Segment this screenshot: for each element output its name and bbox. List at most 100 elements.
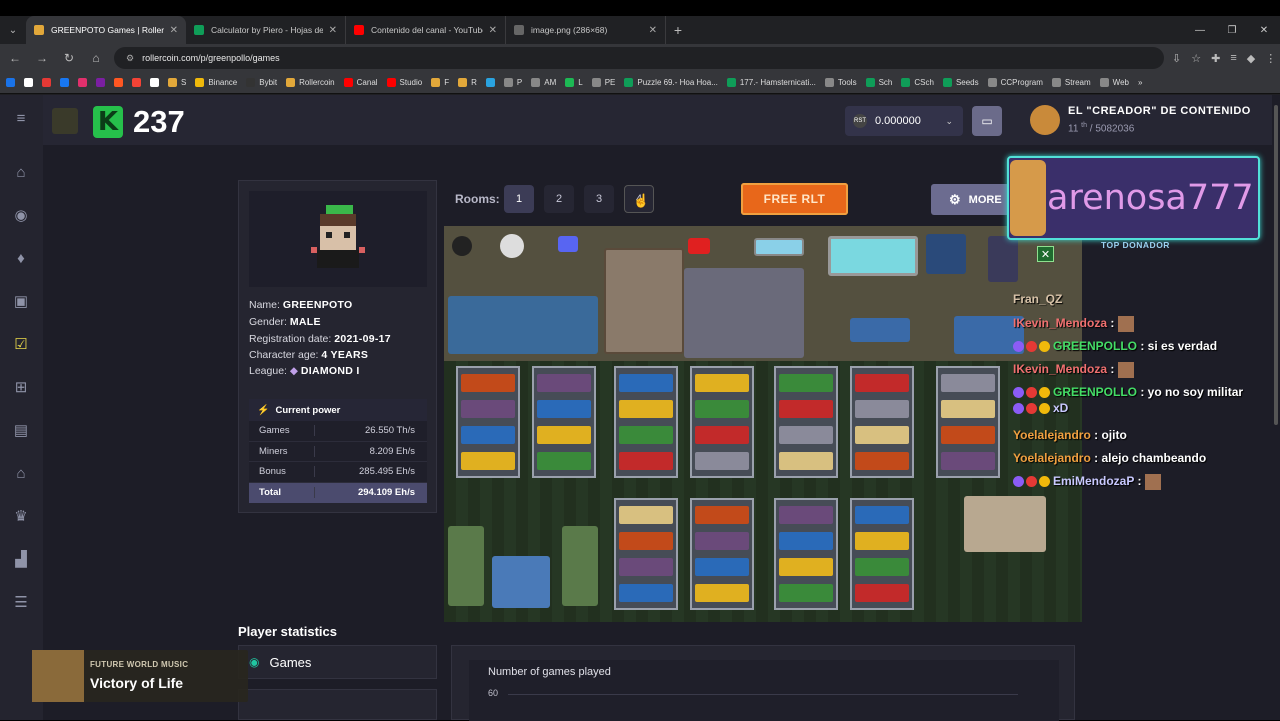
miner-slot[interactable] — [941, 452, 995, 470]
miner-slot[interactable] — [855, 426, 909, 444]
factory-nav-icon[interactable]: ▟ — [11, 550, 31, 568]
bookmark-item[interactable]: S — [168, 78, 186, 87]
bookmark-star-icon[interactable]: ☆ — [1191, 52, 1201, 65]
miner-rack[interactable] — [774, 366, 838, 478]
bookmark-item[interactable]: Canal — [343, 78, 378, 87]
miner-slot[interactable] — [855, 558, 909, 576]
miner-slot[interactable] — [619, 532, 673, 550]
menu-icon[interactable]: ⋮ — [1265, 52, 1276, 65]
miner-slot[interactable] — [695, 426, 749, 444]
coffee-table[interactable] — [964, 496, 1046, 552]
home-nav-icon[interactable]: ⌂ — [11, 163, 31, 181]
browser-tab-image[interactable]: image.png (286×68) ✕ — [506, 16, 666, 44]
miner-slot[interactable] — [695, 506, 749, 524]
miner-slot[interactable] — [695, 558, 749, 576]
browser-tab-rollercoin[interactable]: GREENPOTO Games | Rollercoin ✕ — [26, 16, 186, 44]
miner-rack[interactable] — [690, 498, 754, 610]
miner-slot[interactable] — [695, 452, 749, 470]
home-icon[interactable]: ⌂ — [84, 46, 108, 70]
room-nav-icon[interactable]: ⌂ — [11, 464, 31, 482]
bookmark-item[interactable] — [485, 78, 495, 87]
miner-slot[interactable] — [619, 558, 673, 576]
miner-slot[interactable] — [855, 506, 909, 524]
forward-icon[interactable]: → — [30, 46, 54, 70]
trophy-nav-icon[interactable]: ♛ — [11, 507, 31, 525]
tab-close-icon[interactable]: ✕ — [649, 25, 657, 36]
miner-rack[interactable] — [690, 366, 754, 478]
bookmark-item[interactable]: CSch — [901, 78, 934, 87]
wallet-button[interactable]: ▭ — [972, 106, 1002, 136]
miner-slot[interactable] — [619, 374, 673, 392]
page-scrollbar[interactable] — [1272, 95, 1280, 720]
news-nav-icon[interactable]: ☰ — [11, 593, 31, 611]
bookmark-item[interactable]: L — [565, 78, 583, 87]
balance-dropdown[interactable]: RST 0.000000 ⌄ — [845, 106, 963, 136]
miner-slot[interactable] — [695, 532, 749, 550]
tab-close-icon[interactable]: ✕ — [489, 25, 497, 36]
miner-rack[interactable] — [850, 498, 914, 610]
miner-slot[interactable] — [619, 426, 673, 444]
miner-slot[interactable] — [855, 532, 909, 550]
user-avatar-small[interactable] — [52, 108, 78, 134]
scrollbar-thumb[interactable] — [1274, 105, 1278, 425]
miner-slot[interactable] — [695, 584, 749, 602]
miner-slot[interactable] — [779, 426, 833, 444]
miner-rack[interactable] — [774, 498, 838, 610]
bookmark-item[interactable]: Bybit — [246, 78, 277, 87]
miner-rack[interactable] — [850, 366, 914, 478]
games-stats-tab[interactable]: ◉ Games — [238, 645, 437, 679]
bookmark-item[interactable]: AM — [531, 78, 556, 87]
media-icon[interactable]: ≡ — [1230, 52, 1236, 65]
bookmark-item[interactable]: F — [431, 78, 449, 87]
miner-slot[interactable] — [779, 374, 833, 392]
more-button[interactable]: ⚙ MORE — [931, 184, 1011, 215]
room-button-3[interactable]: 3 — [584, 185, 614, 213]
bookmark-item[interactable]: Tools — [824, 78, 857, 87]
bookmark-item[interactable] — [78, 78, 87, 87]
url-field[interactable]: ⚙ rollercoin.com/p/greenpollo/games — [114, 47, 1164, 69]
browser-tab-youtube[interactable]: Contenido del canal - YouTube ✕ — [346, 16, 506, 44]
extensions-icon[interactable]: ✚ — [1211, 52, 1220, 65]
free-rlt-button[interactable]: FREE RLT — [741, 183, 848, 215]
miner-slot[interactable] — [537, 374, 591, 392]
close-window-icon[interactable]: ✕ — [1248, 16, 1280, 44]
miner-rack[interactable] — [936, 366, 1000, 478]
bookmark-item[interactable] — [96, 78, 105, 87]
miner-slot[interactable] — [461, 400, 515, 418]
bookmark-item[interactable] — [132, 78, 141, 87]
bookmark-item[interactable]: P — [503, 78, 522, 87]
bookmark-item[interactable] — [114, 78, 123, 87]
miner-slot[interactable] — [941, 374, 995, 392]
miner-slot[interactable] — [941, 426, 995, 444]
hamburger-menu-icon[interactable]: ≡ — [11, 109, 31, 127]
maximize-icon[interactable]: ❐ — [1216, 16, 1248, 44]
miner-slot[interactable] — [461, 374, 515, 392]
cart-nav-icon[interactable]: ⊞ — [11, 378, 31, 396]
bookmark-item[interactable]: Seeds — [942, 78, 979, 87]
bookmark-item[interactable] — [6, 78, 15, 87]
armchair-right[interactable] — [562, 526, 598, 606]
bookmark-item[interactable]: Binance — [195, 78, 237, 87]
close-icon[interactable]: ✕ — [1037, 246, 1054, 262]
new-tab-button[interactable]: + — [666, 16, 690, 44]
miner-slot[interactable] — [779, 532, 833, 550]
computer-desk[interactable] — [684, 268, 804, 358]
tab-close-icon[interactable]: ✕ — [329, 25, 337, 36]
stats-tab-secondary[interactable] — [238, 689, 437, 720]
install-icon[interactable]: ⇩ — [1172, 52, 1181, 65]
round-table[interactable] — [492, 556, 550, 608]
bookmark-item[interactable]: Studio — [386, 78, 422, 87]
miner-slot[interactable] — [779, 558, 833, 576]
bookmark-item[interactable]: PE — [591, 78, 615, 87]
miner-slot[interactable] — [695, 374, 749, 392]
tab-close-icon[interactable]: ✕ — [170, 25, 178, 36]
miner-rack[interactable] — [456, 366, 520, 478]
miner-slot[interactable] — [855, 584, 909, 602]
bag-nav-icon[interactable]: ▣ — [11, 292, 31, 310]
miner-slot[interactable] — [537, 400, 591, 418]
bookmark-item[interactable]: Sch — [865, 78, 892, 87]
back-icon[interactable]: ← — [3, 46, 27, 70]
miner-slot[interactable] — [537, 426, 591, 444]
miner-slot[interactable] — [619, 400, 673, 418]
miner-slot[interactable] — [855, 374, 909, 392]
